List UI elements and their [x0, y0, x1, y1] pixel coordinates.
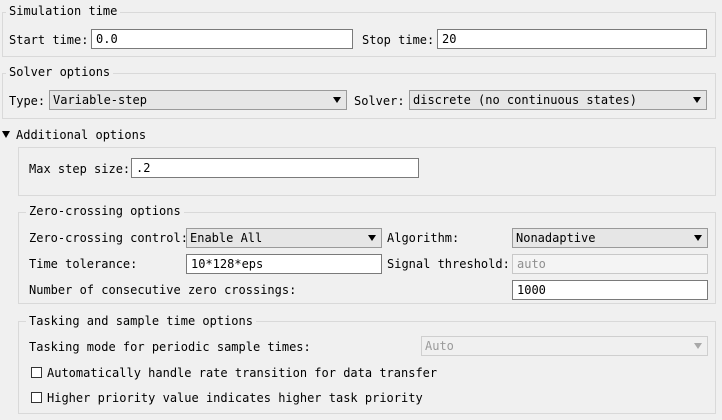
signal-threshold-label: Signal threshold: [387, 257, 510, 271]
zero-crossing-title: Zero-crossing options [26, 204, 184, 218]
zero-crossing-control-dropdown[interactable]: Enable All [186, 228, 382, 248]
chevron-down-icon [368, 235, 376, 241]
consecutive-zero-crossings-input[interactable]: 1000 [512, 280, 708, 300]
time-tolerance-label: Time tolerance: [29, 257, 138, 271]
tasking-mode-label: Tasking mode for periodic sample times: [29, 340, 311, 354]
consecutive-zero-crossings-label: Number of consecutive zero crossings: [29, 283, 297, 297]
rate-transition-checkbox[interactable] [31, 367, 42, 378]
stop-time-label: Stop time: [362, 33, 435, 47]
tasking-title: Tasking and sample time options [26, 314, 256, 328]
chevron-down-icon [694, 235, 702, 241]
start-time-label: Start time: [9, 33, 89, 47]
chevron-down-icon [694, 343, 702, 349]
time-tolerance-input[interactable]: 10*128*eps [186, 254, 382, 274]
algorithm-dropdown[interactable]: Nonadaptive [512, 228, 708, 248]
zero-crossing-control-label: Zero-crossing control: [29, 231, 188, 245]
additional-options-title[interactable]: Additional options [16, 127, 146, 143]
zero-crossing-control-value: Enable All [190, 231, 263, 245]
algorithm-label: Algorithm: [387, 231, 460, 245]
max-step-input[interactable]: .2 [131, 158, 419, 178]
tasking-mode-value: Auto [425, 339, 454, 353]
algorithm-value: Nonadaptive [516, 231, 596, 245]
signal-threshold-input: auto [512, 254, 708, 274]
solver-options-title: Solver options [6, 65, 114, 79]
solver-label: Solver: [354, 94, 405, 108]
chevron-down-icon [693, 97, 701, 103]
solver-dropdown[interactable]: discrete (no continuous states) [409, 90, 707, 110]
solver-type-label: Type: [9, 94, 46, 108]
solver-value: discrete (no continuous states) [413, 93, 637, 107]
stop-time-input[interactable]: 20 [437, 29, 707, 49]
priority-label[interactable]: Higher priority value indicates higher t… [47, 390, 423, 406]
start-time-input[interactable]: 0.0 [91, 29, 353, 49]
tasking-mode-dropdown: Auto [421, 336, 708, 356]
priority-checkbox[interactable] [31, 392, 42, 403]
solver-type-value: Variable-step [53, 93, 147, 107]
rate-transition-label[interactable]: Automatically handle rate transition for… [47, 365, 437, 381]
collapse-triangle-icon[interactable] [2, 131, 10, 138]
solver-type-dropdown[interactable]: Variable-step [49, 90, 347, 110]
max-step-label: Max step size: [29, 162, 131, 176]
simulation-time-title: Simulation time [6, 4, 121, 18]
chevron-down-icon [333, 97, 341, 103]
